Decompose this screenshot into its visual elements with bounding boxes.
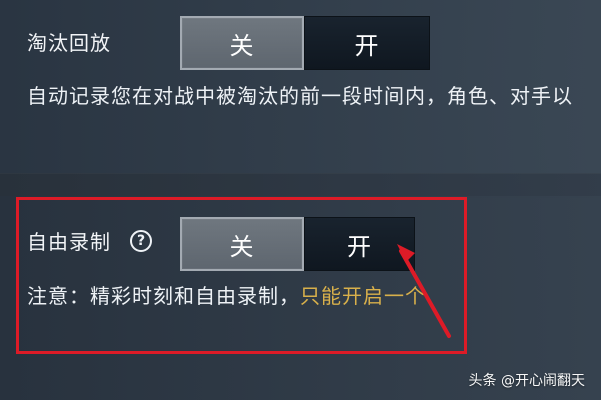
watermark: 头条 @开心闹翻天: [468, 373, 585, 389]
elimination-replay-label: 淘汰回放: [27, 31, 111, 55]
highlight-box: [16, 197, 467, 354]
elimination-replay-toggle[interactable]: 关 开: [180, 16, 430, 70]
elimination-replay-on-option[interactable]: 开: [304, 16, 430, 70]
elimination-replay-description: 自动记录您在对战中被淘汰的前一段时间内，角色、对手以: [27, 84, 573, 108]
section-divider: [0, 173, 601, 198]
elimination-replay-off-option[interactable]: 关: [180, 16, 304, 70]
